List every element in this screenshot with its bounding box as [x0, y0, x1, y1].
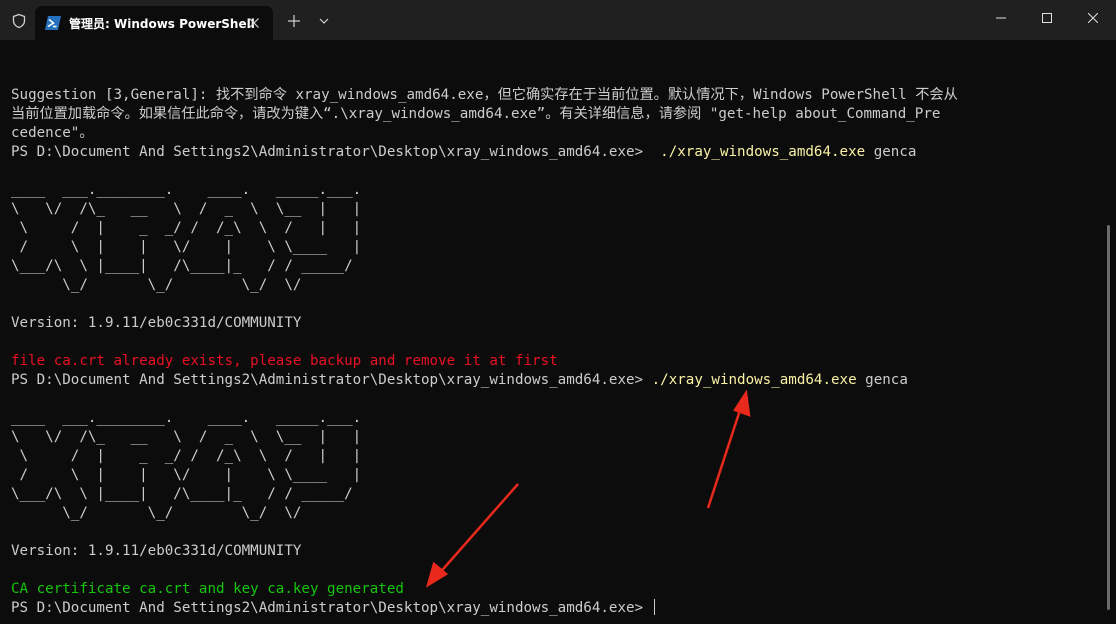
close-icon: [1088, 13, 1098, 23]
version-line: Version: 1.9.11/eb0c331d/COMMUNITY: [11, 315, 302, 331]
banner-line: \_/ \_/ \_/ \/: [11, 505, 302, 521]
plus-icon[interactable]: [287, 14, 301, 28]
suggestion-line: Suggestion [3,General]: 找不到命令 xray_windo…: [11, 87, 958, 103]
banner-line: \ \/ /\_ __ \ / _ \ \__ | |: [11, 201, 362, 217]
prompt: PS D:\Document And Settings2\Administrat…: [11, 144, 644, 160]
banner-line: \ / | _ _/ / /_\ \ / | |: [11, 220, 362, 236]
prompt: PS D:\Document And Settings2\Administrat…: [11, 600, 644, 616]
close-icon[interactable]: [247, 16, 261, 30]
powershell-icon: [45, 16, 61, 30]
scrollbar[interactable]: [1107, 225, 1110, 610]
tab-title: 管理员: Windows PowerShell: [69, 17, 255, 31]
shield-icon: [12, 13, 26, 29]
close-window-button[interactable]: [1070, 0, 1116, 38]
minimize-button[interactable]: [978, 0, 1024, 38]
banner-line: / \ | | \/ | \ \____ |: [11, 239, 362, 255]
command-args: genca: [856, 372, 908, 388]
minimize-icon: [996, 17, 1006, 19]
command-line: PS D:\Document And Settings2\Administrat…: [11, 371, 1103, 390]
banner-line: \ / | _ _/ / /_\ \ / | |: [11, 448, 362, 464]
command-line: PS D:\Document And Settings2\Administrat…: [11, 143, 1103, 162]
version-line: Version: 1.9.11/eb0c331d/COMMUNITY: [11, 543, 302, 559]
maximize-button[interactable]: [1024, 0, 1070, 38]
error-message: file ca.crt already exists, please backu…: [11, 353, 558, 369]
terminal-output[interactable]: Suggestion [3,General]: 找不到命令 xray_windo…: [11, 86, 1103, 618]
prompt: PS D:\Document And Settings2\Administrat…: [11, 372, 644, 388]
command-text: ./xray_windows_amd64.exe: [660, 144, 866, 160]
banner-line: ____ ___.________. ____. _____.___.: [11, 410, 362, 426]
title-bar: 管理员: Windows PowerShell: [0, 0, 1116, 40]
command-text: ./xray_windows_amd64.exe: [651, 372, 857, 388]
text-cursor: [653, 599, 656, 615]
powershell-window: 管理员: Windows PowerShell Suggestion [3,Ge…: [0, 0, 1116, 624]
banner-line: / \ | | \/ | \ \____ |: [11, 467, 362, 483]
suggestion-line: 当前位置加载命令。如果信任此命令，请改为键入“.\xray_windows_am…: [11, 106, 941, 122]
command-line: PS D:\Document And Settings2\Administrat…: [11, 599, 1103, 618]
banner-line: \ \/ /\_ __ \ / _ \ \__ | |: [11, 429, 362, 445]
banner-line: \___/\ \ |____| /\____|_ / / _____/: [11, 258, 353, 274]
command-args: genca: [865, 144, 917, 160]
banner-line: \_/ \_/ \_/ \/: [11, 277, 302, 293]
success-message: CA certificate ca.crt and key ca.key gen…: [11, 581, 404, 597]
chevron-down-icon[interactable]: [318, 16, 330, 26]
suggestion-line: cedence"。: [11, 125, 94, 141]
maximize-icon: [1042, 13, 1052, 23]
banner-line: \___/\ \ |____| /\____|_ / / _____/: [11, 486, 353, 502]
banner-line: ____ ___.________. ____. _____.___.: [11, 182, 362, 198]
tab-powershell[interactable]: 管理员: Windows PowerShell: [35, 6, 273, 40]
